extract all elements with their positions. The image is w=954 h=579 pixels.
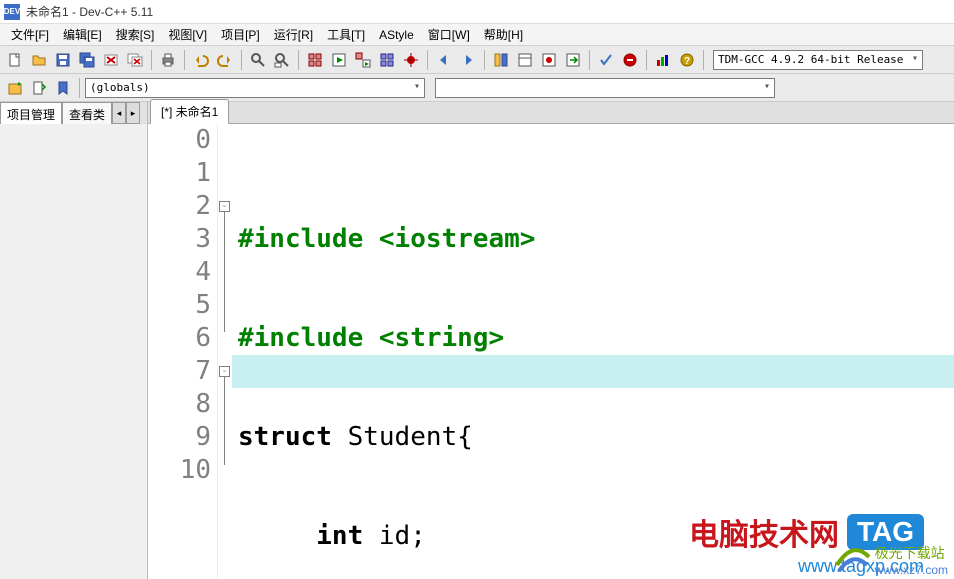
menu-edit[interactable]: 编辑[E] [56,24,109,45]
menu-window[interactable]: 窗口[W] [421,24,477,45]
watermark-side-text: 极光下载站 [875,543,948,563]
menu-search[interactable]: 搜索[S] [109,24,162,45]
code-line: struct Student{ [238,421,954,454]
editor-area: [*] 未命名1 0 1 2 3 4 5 6 7 8 9 10 - - [148,102,954,579]
menu-run[interactable]: 运行[R] [267,24,320,45]
menu-tools[interactable]: 工具[T] [320,24,372,45]
watermark-side-url: www.xz7.com [875,563,948,577]
insert-button[interactable] [28,77,50,99]
toolbar-sep [589,50,590,70]
scope-combo[interactable]: (globals) [85,78,425,98]
new-project-button[interactable] [4,77,26,99]
close-all-button[interactable] [124,49,146,71]
nav-forward-button[interactable] [457,49,479,71]
function-combo[interactable] [435,78,775,98]
sidebar-tab-classes[interactable]: 查看类 [62,102,112,124]
print-button[interactable] [157,49,179,71]
panel-button-2[interactable] [514,49,536,71]
fold-column: - - [218,124,232,579]
toolbar-sep [79,78,80,98]
editor-tab-bar: [*] 未命名1 [148,102,954,124]
swoosh-icon [835,545,871,575]
workspace: 项目管理 查看类 ◂ ▸ [*] 未命名1 0 1 2 3 4 5 6 7 8 … [0,102,954,579]
run-button[interactable] [328,49,350,71]
compile-run-button[interactable] [352,49,374,71]
compiler-profile-combo[interactable]: TDM-GCC 4.9.2 64-bit Release [713,50,923,70]
line-number: 9 [148,421,211,454]
menu-help[interactable]: 帮助[H] [477,24,530,45]
fold-toggle-icon[interactable]: - [219,366,230,377]
line-number: 1 [148,157,211,190]
undo-button[interactable] [190,49,212,71]
abort-button[interactable] [619,49,641,71]
panel-button-1[interactable] [490,49,512,71]
bookmark-button[interactable] [538,49,560,71]
line-number: 5 [148,289,211,322]
goto-button[interactable] [562,49,584,71]
line-number: 2 [148,190,211,223]
svg-text:?: ? [684,56,690,67]
menu-project[interactable]: 项目[P] [214,24,267,45]
help-button[interactable]: ? [676,49,698,71]
sidebar-tab-project[interactable]: 项目管理 [0,102,62,124]
open-button[interactable] [28,49,50,71]
debug-button[interactable] [400,49,422,71]
toolbar-sep [484,50,485,70]
menu-astyle[interactable]: AStyle [372,26,421,44]
app-icon: DEV [4,4,20,20]
line-number: 6 [148,322,211,355]
compile-button[interactable] [304,49,326,71]
editor-tab-active[interactable]: [*] 未命名1 [150,99,229,124]
line-number: 10 [148,454,211,487]
stats-button[interactable] [652,49,674,71]
line-number: 0 [148,124,211,157]
watermark-text-cn: 电脑技术网 [689,510,839,554]
sidebar-tabs: 项目管理 查看类 ◂ ▸ [0,102,147,124]
menu-view[interactable]: 视图[V] [161,24,214,45]
toolbar-sep [241,50,242,70]
toolbar-sep [184,50,185,70]
toolbar-main: ? TDM-GCC 4.9.2 64-bit Release [0,46,954,74]
new-file-button[interactable] [4,49,26,71]
fold-guide [224,212,225,332]
toolbar-sep [703,50,704,70]
rebuild-button[interactable] [376,49,398,71]
sidebar-tab-next[interactable]: ▸ [126,102,140,124]
fold-toggle-icon[interactable]: - [219,201,230,212]
menu-bar: 文件[F] 编辑[E] 搜索[S] 视图[V] 项目[P] 运行[R] 工具[T… [0,24,954,46]
line-number: 7 [148,355,211,388]
watermark-side: 极光下载站 www.xz7.com [835,543,948,577]
title-bar: DEV 未命名1 - Dev-C++ 5.11 [0,0,954,24]
menu-file[interactable]: 文件[F] [4,24,56,45]
sidebar: 项目管理 查看类 ◂ ▸ [0,102,148,579]
toolbar-sep [151,50,152,70]
code-line: #include <iostream> [238,223,954,256]
toolbar-sep [298,50,299,70]
toolbar-secondary: (globals) [0,74,954,102]
nav-back-button[interactable] [433,49,455,71]
check-button[interactable] [595,49,617,71]
code-line: #include <string> [238,322,954,355]
line-number: 4 [148,256,211,289]
toolbar-sep [646,50,647,70]
line-number: 3 [148,223,211,256]
toolbar-sep [427,50,428,70]
replace-button[interactable] [271,49,293,71]
window-title: 未命名1 - Dev-C++ 5.11 [26,3,153,20]
current-line-highlight [232,355,954,388]
save-button[interactable] [52,49,74,71]
sidebar-tab-prev[interactable]: ◂ [112,102,126,124]
line-gutter: 0 1 2 3 4 5 6 7 8 9 10 [148,124,218,579]
close-button[interactable] [100,49,122,71]
find-button[interactable] [247,49,269,71]
bookmark-toggle-button[interactable] [52,77,74,99]
redo-button[interactable] [214,49,236,71]
fold-guide [224,377,225,465]
save-all-button[interactable] [76,49,98,71]
line-number: 8 [148,388,211,421]
